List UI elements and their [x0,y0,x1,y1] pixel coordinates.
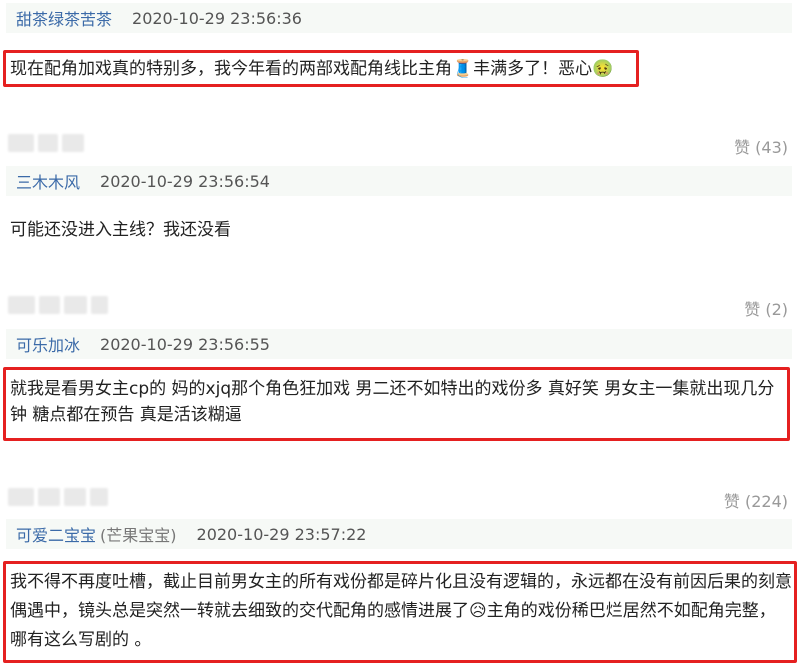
username-link[interactable]: 甜茶绿茶苦茶 [16,6,112,30]
nauseated-emoji-icon: 🤢 [592,59,614,79]
blurred-username-icon [8,488,108,510]
comment-text: 可能还没进入主线？我还没看 [10,220,231,240]
comment-footer: 赞 (2) [0,292,798,322]
comment-text: 现在配角加戏真的特别多，我今年看的两部戏配角线比主角🧵丰满多了！恶心🤢 [10,56,613,82]
timestamp: 2020-10-29 23:56:54 [100,171,270,191]
like-button[interactable]: 赞 (2) [744,296,788,320]
comment-meta: 甜茶绿茶苦茶 2020-10-29 23:56:36 [6,3,792,33]
comment-meta: 可乐加冰 2020-10-29 23:56:55 [6,329,792,359]
comment-meta: 可爱二宝宝 (芒果宝宝) 2020-10-29 23:57:22 [6,519,792,549]
like-button[interactable]: 赞 (43) [734,134,788,158]
comment-text: 就我是看男女主cp的 妈的xjq那个角色狂加戏 男二还不如特出的戏份多 真好笑 … [10,379,775,425]
comment-meta: 三木木风 2020-10-29 23:56:54 [6,166,792,196]
comment-footer: 赞 (224) [0,484,798,514]
timestamp: 2020-10-29 23:57:22 [196,524,367,544]
username-link[interactable]: 可爱二宝宝 [16,522,96,546]
blurred-username-icon [8,296,108,318]
blurred-username-icon [8,134,108,156]
username-link[interactable]: 三木木风 [16,169,80,193]
comment-text: 我不得不再度吐槽，截止目前男女主的所有戏份都是碎片化且没有逻辑的，永远都在没有前… [10,568,792,655]
spool-emoji-icon: 🧵 [452,59,474,79]
comment-text-part-2: 丰满多了！恶心 [473,59,593,79]
timestamp: 2020-10-29 23:56:36 [132,8,302,28]
user-alias: (芒果宝宝) [100,526,177,545]
comment-footer: 赞 (43) [0,130,798,160]
sad-emoji-icon: 😥 [469,601,487,621]
comment-text-part: 现在配角加戏真的特别多，我今年看的两部戏配角线比主角 [10,59,452,79]
timestamp: 2020-10-29 23:56:55 [100,334,270,354]
like-button[interactable]: 赞 (224) [724,488,788,512]
username-link[interactable]: 可乐加冰 [16,332,80,356]
